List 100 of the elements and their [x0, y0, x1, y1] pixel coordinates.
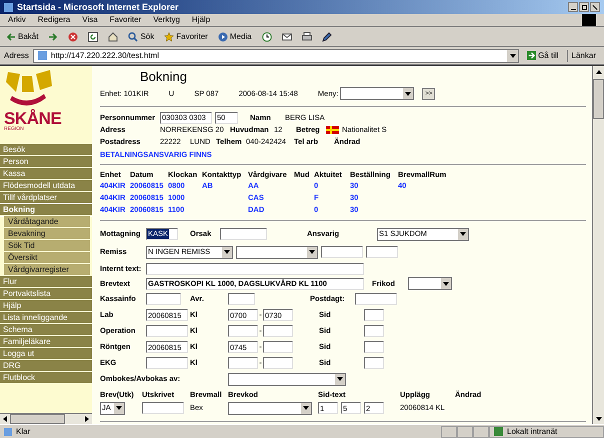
dropdown-arrow-icon	[443, 280, 449, 286]
pencil-icon	[322, 32, 332, 42]
input-field[interactable]	[146, 262, 364, 274]
dropdown[interactable]	[340, 87, 414, 100]
dropdown-arrow-icon	[303, 405, 309, 411]
input-field[interactable]	[142, 402, 184, 414]
browser-icon	[4, 2, 13, 12]
scroll-thumb[interactable]	[593, 79, 604, 119]
input-field[interactable]	[321, 246, 363, 258]
toolbar-button[interactable]: Favoriter	[162, 28, 210, 44]
input-field[interactable]	[364, 341, 384, 353]
sidebar-item[interactable]: Tillf vårdplatser	[0, 192, 92, 204]
intranet-icon	[494, 427, 503, 436]
restore-button[interactable]	[579, 2, 589, 12]
input-field[interactable]	[146, 293, 181, 305]
page-icon	[38, 51, 47, 60]
home-icon	[108, 32, 118, 42]
windows-logo-icon	[582, 14, 596, 26]
flag-icon	[326, 126, 339, 134]
menu-item[interactable]: Arkiv	[8, 16, 26, 24]
sidebar-item[interactable]: Översikt	[4, 252, 90, 264]
sidebar-item[interactable]: Portvaktslista	[0, 288, 92, 300]
vertical-scrollbar[interactable]	[592, 66, 604, 424]
sidebar-item[interactable]: Lista inneliggande	[0, 312, 92, 324]
left-arrow-icon	[6, 32, 16, 42]
down-arrow-icon	[596, 416, 602, 422]
input-field[interactable]	[263, 341, 293, 353]
status-panel	[441, 426, 457, 438]
input-field[interactable]	[228, 293, 255, 305]
sidebar-item[interactable]: Vårdåtagande	[4, 216, 90, 228]
arrow-icon	[527, 51, 536, 60]
toolbar-button[interactable]: Sök	[126, 28, 156, 44]
window-title: Startsida - Microsoft Internet Explorer	[17, 2, 179, 12]
refresh-icon	[88, 32, 98, 42]
input-field[interactable]	[146, 325, 188, 337]
sidebar-item[interactable]: Flur	[0, 276, 92, 288]
dropdown-arrow-icon	[405, 90, 412, 96]
star-icon	[164, 32, 174, 42]
sidebar-item[interactable]: Flödesmodell utdata	[0, 180, 92, 192]
toolbar-button[interactable]: Media	[216, 28, 254, 44]
status-panel	[457, 426, 473, 438]
input-field[interactable]	[263, 357, 293, 369]
sidebar-item[interactable]: Vårdgivarregister	[4, 264, 90, 276]
page-icon	[4, 428, 12, 436]
input-field[interactable]	[220, 228, 267, 240]
dropdown[interactable]	[228, 372, 346, 386]
logo-text: SKÅNE	[4, 110, 62, 127]
address-label: Adress	[4, 50, 29, 62]
input-field[interactable]	[228, 357, 258, 369]
close-button[interactable]	[590, 2, 600, 12]
sidebar-item[interactable]: Hjälp	[0, 300, 92, 312]
dropdown-arrow-icon	[510, 52, 516, 58]
dropdown[interactable]	[236, 246, 318, 258]
sidebar-item[interactable]: Sök Tid	[4, 240, 90, 252]
up-arrow-icon	[596, 68, 602, 74]
dropdown-arrow-icon	[460, 231, 466, 237]
menu-item[interactable]: Verktyg	[153, 16, 180, 24]
input-field[interactable]	[364, 325, 384, 337]
left-arrow-icon	[2, 416, 8, 422]
sidebar-item[interactable]: Bokning	[0, 204, 92, 216]
minimize-button[interactable]	[568, 2, 578, 12]
dropdown[interactable]	[228, 402, 312, 414]
sidebar-item[interactable]: Person	[0, 156, 92, 168]
input-field[interactable]	[146, 357, 188, 369]
horizontal-scrollbar[interactable]	[0, 413, 92, 424]
sidebar-item[interactable]: Besök	[0, 144, 92, 156]
input-field[interactable]	[364, 357, 384, 369]
menu-item[interactable]: Hjälp	[192, 16, 210, 24]
sidebar-item[interactable]: Flutblock	[0, 372, 92, 384]
menu-item[interactable]: Redigera	[38, 16, 70, 24]
menu-item[interactable]: Visa	[82, 16, 98, 24]
stop-icon	[68, 32, 78, 42]
sidebar-item[interactable]: Familjeläkare	[0, 336, 92, 348]
sidebar-item[interactable]: Schema	[0, 324, 92, 336]
page-heading: Bokning	[139, 69, 187, 85]
go-button[interactable]: Gå till	[523, 50, 563, 62]
sidebar-item[interactable]: Logga ut	[0, 348, 92, 360]
media-icon	[218, 32, 228, 42]
menu-item[interactable]: Favoriter	[110, 16, 142, 24]
input-field[interactable]	[228, 325, 258, 337]
dropdown-arrow-icon	[116, 405, 122, 411]
address-field[interactable]: http://147.220.222.30/test.html	[32, 48, 520, 62]
sidebar-item[interactable]: Bevakning	[4, 228, 90, 240]
right-arrow-icon	[84, 416, 90, 422]
clock-icon	[262, 32, 272, 42]
sidebar-item[interactable]: DRG	[0, 360, 92, 372]
scroll-thumb[interactable]	[10, 414, 65, 424]
search-icon	[128, 32, 138, 42]
input-field[interactable]	[263, 325, 293, 337]
links-label[interactable]: Länkar	[566, 50, 600, 62]
envelope-icon	[282, 32, 292, 42]
input-field[interactable]	[366, 246, 398, 258]
printer-icon	[302, 32, 312, 42]
input-field[interactable]	[364, 309, 384, 321]
dropdown-arrow-icon	[337, 376, 343, 382]
sidebar-item[interactable]: Kassa	[0, 168, 92, 180]
input-field[interactable]	[355, 293, 397, 305]
toolbar-button[interactable]: Bakåt	[4, 28, 40, 44]
dropdown-arrow-icon	[309, 249, 315, 255]
dropdown[interactable]	[408, 277, 452, 290]
